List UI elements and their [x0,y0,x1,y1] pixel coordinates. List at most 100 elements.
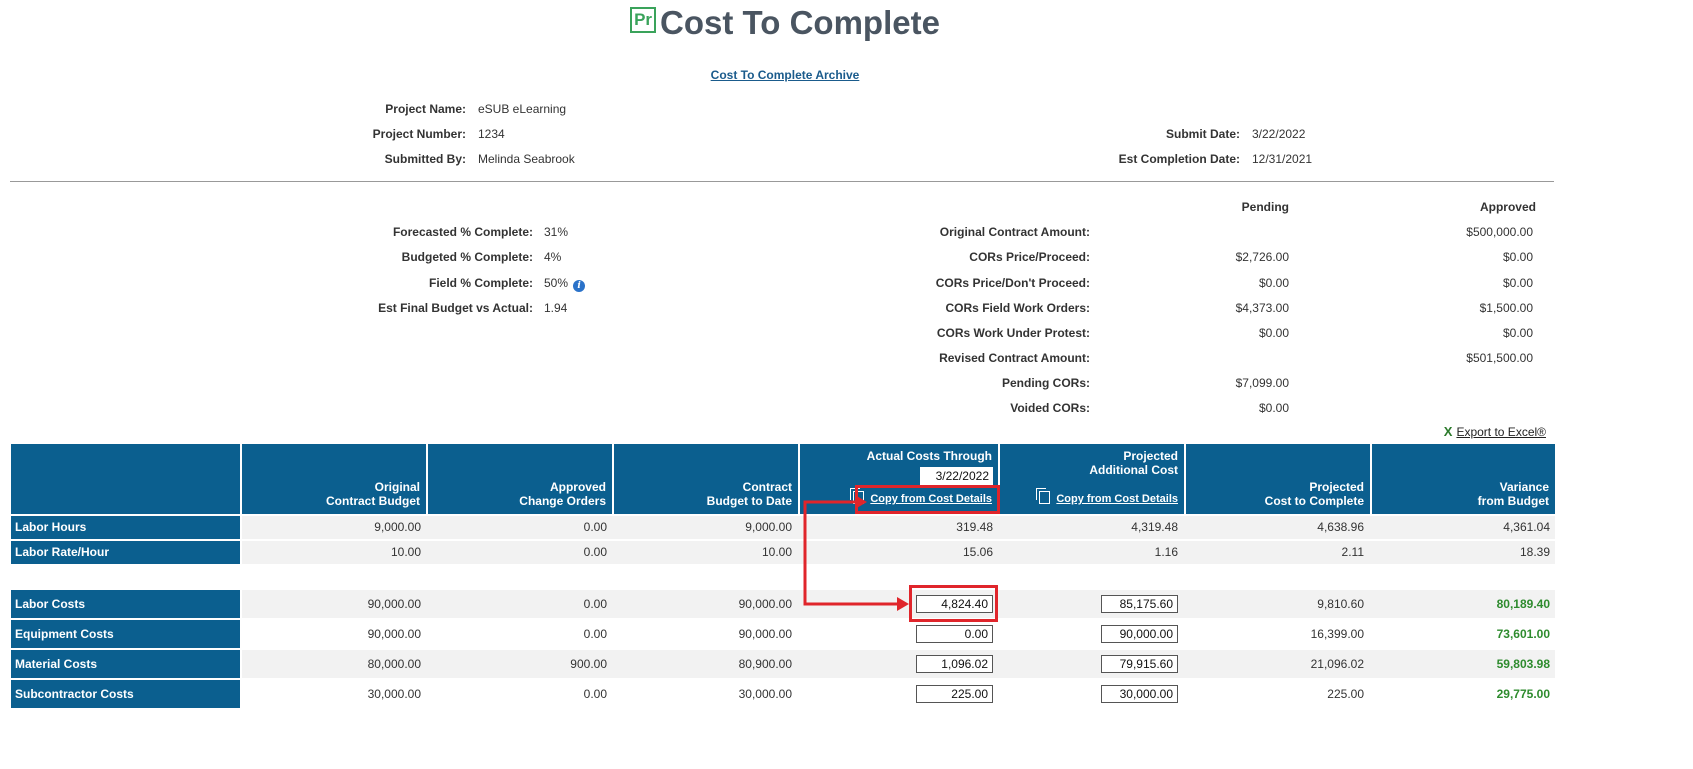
cell-actual: 15.06 [962,545,993,559]
cell-approved: 0.00 [583,520,607,534]
header-text: Cost to Complete [1264,494,1364,508]
submitted-by-value: Melinda Seabrook [478,152,575,166]
submit-date-label: Submit Date: [1165,127,1240,141]
submitted-by-label: Submitted By: [384,152,466,166]
header-text: Variance [1499,480,1549,494]
app-logo-icon: Pr [630,7,657,33]
row-label-labor-rate: Labor Rate/Hour [11,541,240,564]
submit-date-value: 3/22/2022 [1252,127,1306,141]
project-name-label: Project Name: [385,102,466,116]
field-complete-wrap: 50% i [544,276,586,292]
cell-budget-to-date: 90,000.00 [738,597,792,611]
cell-original: 80,000.00 [367,657,421,671]
cell-cost-to-complete: 21,096.02 [1310,657,1364,671]
actual-cost-input[interactable]: 225.00 [916,685,993,703]
cell-original: 90,000.00 [367,597,421,611]
copy-icon [1036,488,1051,504]
header-text: Contract [742,480,792,494]
row-label-material-costs: Material Costs [11,650,240,678]
annotation-arrow [803,495,909,611]
row-label-labor-hours: Labor Hours [11,516,240,539]
excel-icon: X [1443,424,1453,439]
field-complete-value: 50% [544,276,569,290]
forecasted-complete-value: 31% [544,225,569,239]
project-name-value: eSUB eLearning [478,102,567,116]
est-completion-label: Est Completion Date: [1118,152,1240,166]
cell-budget-to-date: 80,900.00 [738,657,792,671]
projected-additional-input[interactable]: 85,175.60 [1101,595,1178,613]
approved-header: Approved [1479,200,1536,214]
header-text: Additional Cost [1089,463,1178,477]
header-projected-cost-to-complete: Projected Cost to Complete [1186,444,1370,514]
cell-budget-to-date: 10.00 [761,545,792,559]
section-divider [10,181,1554,182]
annotation-arrowhead [855,495,867,509]
row-label-subcontractor-costs: Subcontractor Costs [11,680,240,708]
cell-actual: 319.48 [956,520,993,534]
cell-budget-to-date: 30,000.00 [738,687,792,701]
contract-row-approved: $501,500.00 [1466,351,1533,365]
cell-cost-to-complete: 9,810.60 [1317,597,1364,611]
header-original-budget: Original Contract Budget [242,444,426,514]
contract-row-pending: $4,373.00 [1235,301,1289,315]
actual-costs-date-input[interactable]: 3/22/2022 [920,467,993,485]
project-number-label: Project Number: [372,127,466,141]
header-text: Projected [1309,480,1364,494]
header-text: Original [374,480,420,494]
contract-row-label: Revised Contract Amount: [939,351,1090,365]
actual-cost-input[interactable]: 1,096.02 [916,655,993,673]
cell-approved: 0.00 [583,627,607,641]
projected-additional-input[interactable]: 30,000.00 [1101,685,1178,703]
cell-cost-to-complete: 225.00 [1327,687,1364,701]
cell-cost-to-complete: 4,638.96 [1317,520,1364,534]
row-label-labor-costs: Labor Costs [11,590,240,618]
contract-row-approved: $1,500.00 [1479,301,1533,315]
projected-additional-input[interactable]: 79,915.60 [1101,655,1178,673]
cell-variance: 73,601.00 [1496,627,1550,641]
contract-row-pending: $0.00 [1258,326,1289,340]
cell-original: 10.00 [390,545,421,559]
contract-row-pending: $2,726.00 [1235,250,1289,264]
budgeted-complete-label: Budgeted % Complete: [401,250,533,264]
cell-cost-to-complete: 2.11 [1341,545,1364,559]
info-icon[interactable]: i [573,280,586,292]
header-text: Contract Budget [326,494,420,508]
cell-variance: 80,189.40 [1496,597,1550,611]
contract-row-label: Pending CORs: [1001,376,1090,390]
budgeted-complete-value: 4% [544,250,562,264]
contract-row-approved: $0.00 [1502,326,1533,340]
cell-approved: 900.00 [570,657,607,671]
copy-label[interactable]: Copy from Cost Details [1056,493,1178,505]
cell-cost-to-complete: 16,399.00 [1310,627,1364,641]
pending-header: Pending [1241,200,1289,214]
est-final-budget-label: Est Final Budget vs Actual: [378,301,533,315]
header-text: Change Orders [519,494,606,508]
annotation-highlight-labor-input [909,585,998,622]
est-completion-value: 12/31/2021 [1252,152,1313,166]
est-final-budget-value: 1.94 [544,301,568,315]
contract-row-label: Original Contract Amount: [939,225,1090,239]
cell-approved: 0.00 [583,597,607,611]
cost-to-complete-archive-link[interactable]: Cost To Complete Archive [711,68,860,82]
cell-variance: 18.39 [1519,545,1550,559]
cell-original: 9,000.00 [374,520,421,534]
contract-row-label: CORs Price/Don't Proceed: [935,276,1090,290]
contract-row-approved: $0.00 [1502,276,1533,290]
actual-cost-input[interactable]: 0.00 [916,625,993,643]
annotation-arrowhead [897,597,909,611]
export-to-excel-link[interactable]: X Export to Excel® [1444,424,1546,439]
header-projected-additional-cost: Projected Additional Cost Copy from Cost … [1000,444,1184,514]
field-complete-label: Field % Complete: [428,276,533,290]
header-text: Budget to Date [706,494,792,508]
export-label[interactable]: Export to Excel® [1456,425,1546,439]
header-text: Actual Costs Through [866,449,992,463]
projected-additional-input[interactable]: 90,000.00 [1101,625,1178,643]
cell-variance: 4,361.04 [1503,520,1550,534]
contract-row-approved: $0.00 [1502,250,1533,264]
cell-variance: 59,803.98 [1496,657,1550,671]
page-title: Cost To Complete [660,4,940,41]
contract-row-label: Voided CORs: [1010,401,1090,415]
project-number-value: 1234 [478,127,505,141]
annotation-arrow-line [803,500,899,606]
copy-from-cost-details-link[interactable]: Copy from Cost Details [1036,488,1178,505]
